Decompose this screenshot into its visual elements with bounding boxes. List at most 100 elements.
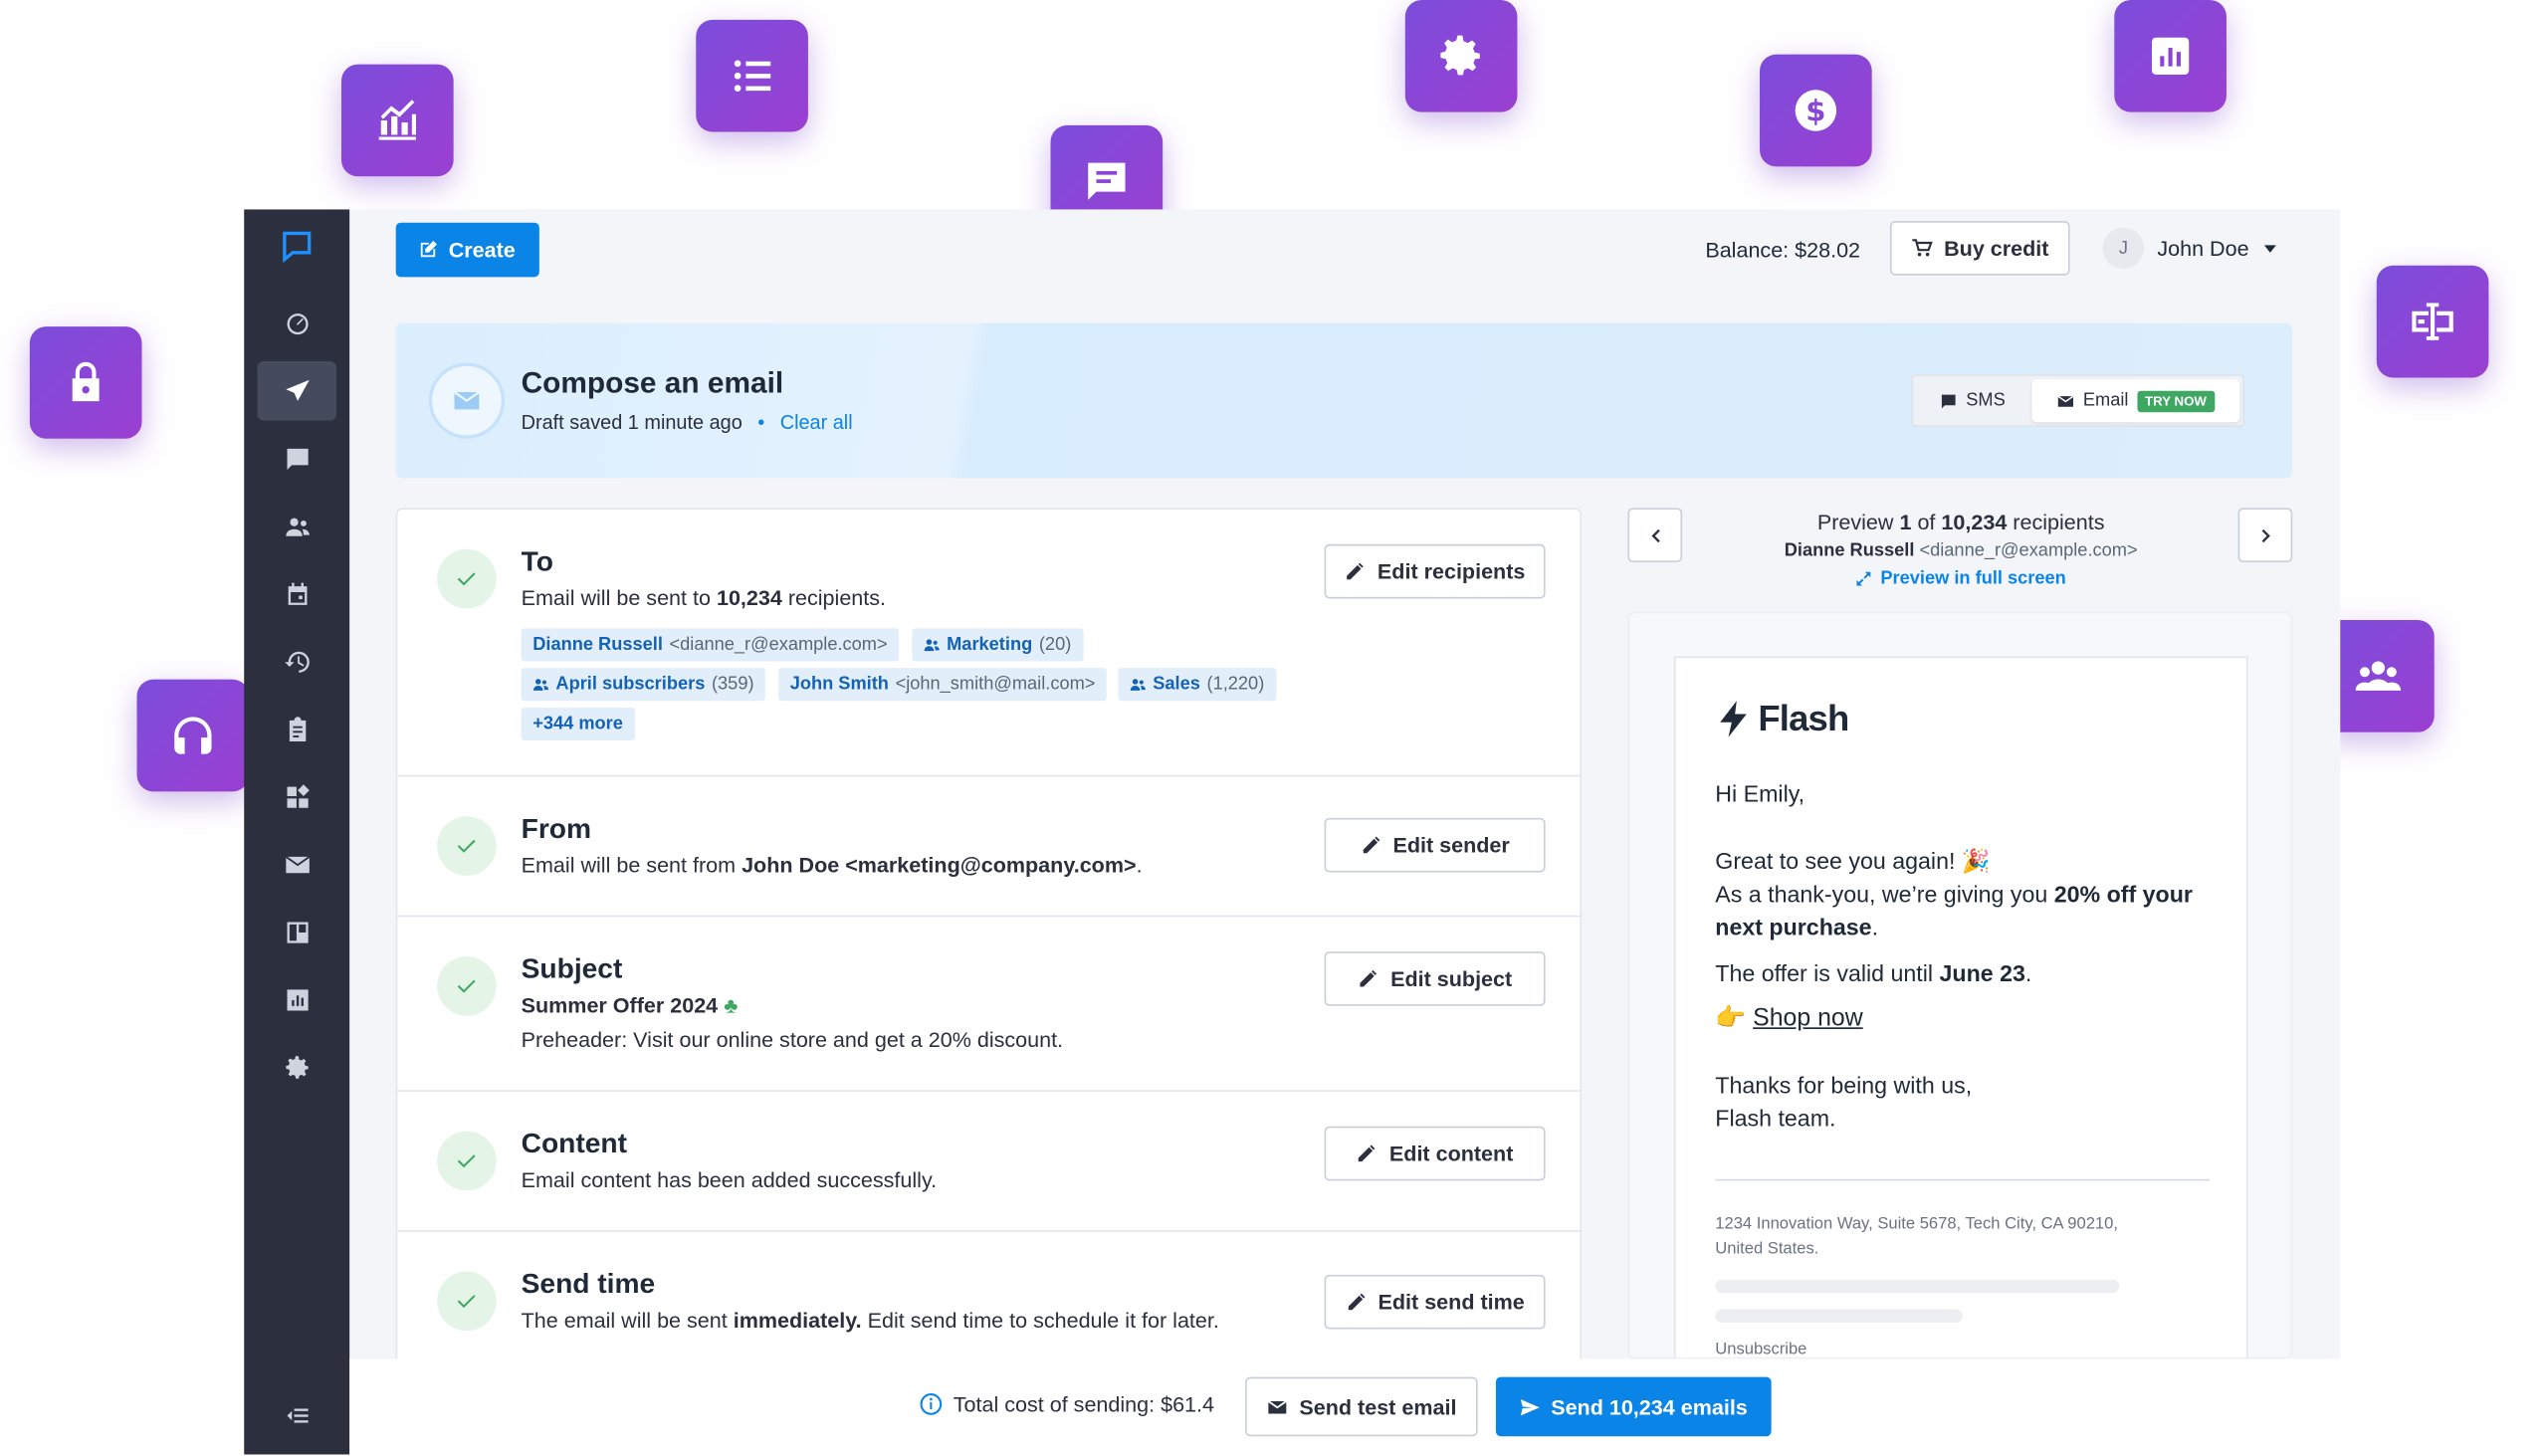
sidebar-item-history[interactable] [257,632,336,692]
message-icon [1088,162,1126,200]
group-chip[interactable]: April subscribers (359) [521,668,766,702]
compose-header: Compose an email Draft saved 1 minute ag… [395,322,2293,479]
compose-avatar [428,362,506,439]
edit-recipients-button[interactable]: Edit recipients [1324,543,1546,599]
edit-content-button[interactable]: Edit content [1324,1126,1546,1181]
reports-feature-icon [2114,0,2227,112]
check-icon [457,1295,476,1309]
sidebar-item-dashboard[interactable] [257,294,336,353]
channel-email-tab[interactable]: Email TRY NOW [2031,379,2240,423]
billing-feature-icon: $ [1760,54,1872,167]
to-summary: Email will be sent to 10,234 recipients. [521,585,887,611]
user-menu[interactable]: J John Doe [2102,227,2277,270]
draft-status: Draft saved 1 minute ago [521,410,743,434]
buy-credit-button[interactable]: Buy credit [1889,221,2070,276]
sidebar-item-settings[interactable] [257,1037,336,1097]
user-name: John Doe [2157,235,2249,261]
try-now-badge: TRY NOW [2136,389,2216,412]
chevron-left-icon [1650,528,1659,542]
to-title: To [521,545,553,577]
buy-credit-label: Buy credit [1944,235,2049,261]
logo[interactable] [257,216,336,276]
email-preview: Flash Hi Emily, Great to see you again! … [1673,656,2248,1357]
content-section: Content Email content has been added suc… [397,1092,1581,1232]
total-cost-text: Total cost of sending: $61.4 [953,1391,1215,1417]
sidebar-item-apps[interactable] [257,767,336,827]
bottom-action-bar: Total cost of sending: $61.4 Send test e… [349,1358,2341,1455]
preheader-text: Preheader: Visit our online store and ge… [521,1027,1064,1053]
email-line-3: next purchase. [1715,913,1879,940]
content-status: Email content has been added successfull… [521,1167,938,1193]
clear-all-link[interactable]: Clear all [780,411,853,434]
pencil-icon [1347,562,1365,580]
pencil-icon [1348,1293,1365,1311]
caret-down-icon [2263,245,2276,253]
shop-now-link[interactable]: Shop now [1753,1004,1863,1032]
send-test-email-button[interactable]: Send test email [1245,1376,1478,1437]
subject-line: Summer Offer 2024 ♣ [521,992,739,1018]
lock-icon [72,361,100,402]
create-button[interactable]: Create [395,222,539,278]
sidebar-item-contacts[interactable] [257,497,336,556]
from-title: From [521,812,592,845]
create-label: Create [448,237,516,263]
from-check [437,816,497,876]
sidebar-item-forms[interactable] [257,902,336,961]
sidebar [244,209,350,1455]
bar-chart-icon [286,988,308,1010]
subject-check [437,956,497,1016]
pointing-hand-icon: 👉 [1715,1004,1747,1033]
balance-text: Balance: $28.02 [1705,237,1861,263]
channel-sms-tab[interactable]: SMS [1916,379,2028,422]
email-preview-frame: Flash Hi Emily, Great to see you again! … [1627,611,2293,1359]
sidebar-item-send[interactable] [257,360,337,421]
edit-send-time-button[interactable]: Edit send time [1324,1274,1546,1330]
support-feature-icon [136,679,250,792]
sidebar-item-calendar[interactable] [257,564,336,624]
envelope-icon [2057,394,2074,406]
send-emails-button[interactable]: Send 10,234 emails [1495,1376,1772,1437]
next-recipient-button[interactable] [2237,508,2293,563]
from-section: From Email will be sent from John Doe <m… [397,776,1581,918]
placeholder-line [1715,1279,2120,1294]
group-chip[interactable]: Marketing (20) [912,628,1083,662]
sidebar-item-email[interactable] [257,834,336,894]
recipient-chip[interactable]: Dianne Russell <dianne_r@example.com> [521,628,900,662]
recipient-chip[interactable]: John Smith <john_smith@mail.com> [778,668,1108,702]
expand-icon [1856,571,1871,586]
sidebar-item-messages[interactable] [257,429,336,489]
fullscreen-preview-link[interactable]: Preview in full screen [1702,569,2220,589]
send-icon [1521,1398,1541,1415]
unsubscribe-link[interactable]: Unsubscribe [1715,1341,1806,1357]
widgets-icon [286,783,309,807]
collapse-sidebar-button[interactable] [257,1385,336,1445]
brand-logo: Flash [1715,697,1849,740]
group-chip[interactable]: Sales (1,220) [1118,668,1276,702]
preview-counter: Preview 1 of 10,234 recipients [1816,510,2105,534]
list-icon [734,60,771,92]
check-icon [457,979,476,993]
bar-chart-icon [2151,37,2190,75]
edit-subject-button[interactable]: Edit subject [1324,951,1546,1006]
email-divider [1715,1178,2211,1181]
settings-feature-icon [1404,0,1518,112]
shop-now-cta[interactable]: 👉 Shop now [1715,1002,1862,1035]
to-section: To Email will be sent to 10,234 recipien… [397,510,1581,777]
sidebar-item-reports[interactable] [257,969,336,1029]
growth-chart-icon [378,100,416,140]
sidebar-item-templates[interactable] [257,700,336,759]
group-icon [532,679,549,691]
analytics-feature-icon [340,64,454,177]
email-line-1: Great to see you again! 🎉 [1715,847,1991,875]
svg-text:$: $ [1805,94,1825,127]
info-icon [920,1393,943,1415]
edit-sender-button[interactable]: Edit sender [1324,817,1546,873]
edit-subject-label: Edit subject [1390,966,1513,991]
preview-header: Preview 1 of 10,234 recipients Dianne Ru… [1702,510,2220,589]
page-title: Compose an email [521,365,784,399]
people-icon [2355,661,2402,691]
previous-recipient-button[interactable] [1627,508,1683,563]
email-line-4: The offer is valid until June 23. [1715,959,2032,986]
more-recipients-chip[interactable]: +344 more [521,707,635,740]
brand-name: Flash [1758,697,1849,739]
